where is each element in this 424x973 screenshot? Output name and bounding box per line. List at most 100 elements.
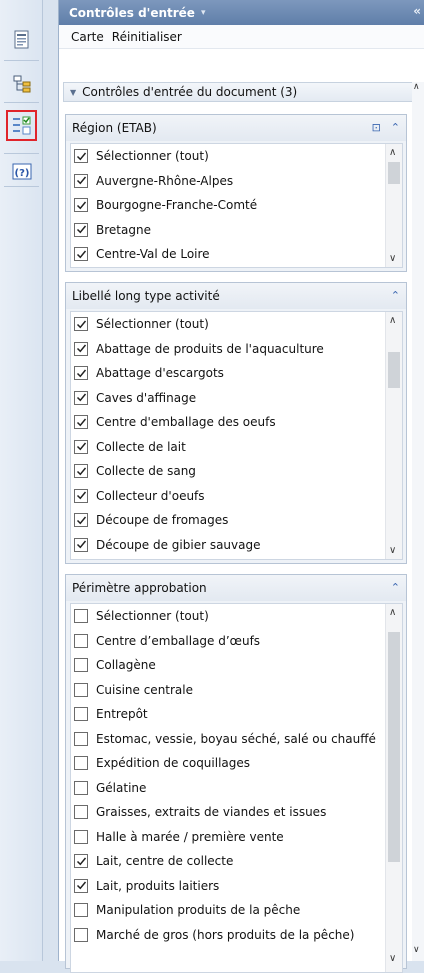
list-item[interactable]: Centre-Val de Loire [71,242,402,267]
checkbox-checked[interactable] [74,317,88,332]
filter-icon[interactable]: ⊡ [372,121,381,134]
list-item-label: Graisses, extraits de viandes et issues [96,805,327,820]
navigation-map-icon[interactable] [8,70,35,97]
help-icon[interactable]: (?) [8,158,35,185]
list-item[interactable]: Lait, centre de collecte [71,849,402,874]
control-title: Région (ETAB) [72,121,157,135]
scroll-up-icon[interactable]: ∧ [413,82,420,92]
list-item[interactable]: Découpe de fromages [71,508,402,533]
control-list: Sélectionner (tout) Centre d’emballage d’… [70,603,403,973]
input-controls-icon[interactable] [6,110,37,141]
checkbox-checked[interactable] [74,439,88,454]
list-item[interactable]: Sélectionner (tout) [71,604,402,629]
collapse-control-icon[interactable]: ⌃ [391,289,400,302]
checkbox-unchecked[interactable] [74,682,88,697]
checkbox-unchecked[interactable] [74,633,88,648]
scroll-down-icon[interactable]: ∨ [389,953,396,964]
svg-text:(?): (?) [14,168,29,179]
list-item[interactable]: Auvergne-Rhône-Alpes [71,169,402,194]
checkbox-checked[interactable] [74,537,88,552]
list-item[interactable]: Collagène [71,653,402,678]
list-item[interactable]: Collecte de lait [71,435,402,460]
list-item[interactable]: Expédition de coquillages [71,751,402,776]
list-item[interactable]: Estomac, vessie, boyau séché, salé ou ch… [71,727,402,752]
checkbox-unchecked[interactable] [74,805,88,820]
panel-title-dropdown-icon[interactable]: ▾ [201,8,206,18]
checkbox-checked[interactable] [74,198,88,213]
panel-title[interactable]: Contrôles d'entrée [69,6,195,20]
scroll-thumb[interactable] [388,162,400,184]
list-item-label: Manipulation produits de la pêche [96,903,301,918]
checkbox-checked[interactable] [74,222,88,237]
checkbox-unchecked[interactable] [74,658,88,673]
list-item[interactable]: Bretagne [71,218,402,243]
checkbox-unchecked[interactable] [74,780,88,795]
list-item[interactable]: Collecte de sang [71,459,402,484]
list-item[interactable]: Halle à marée / première vente [71,825,402,850]
list-item-label: Gélatine [96,780,147,795]
checkbox-checked[interactable] [74,488,88,503]
control-title-bar: Région (ETAB) ⊡ ⌃ [66,115,406,141]
checkbox-checked[interactable] [74,149,88,164]
checkbox-checked[interactable] [74,341,88,356]
checkbox-unchecked[interactable] [74,829,88,844]
list-item[interactable]: Caves d'affinage [71,386,402,411]
scroll-down-icon[interactable]: ∨ [389,545,396,556]
list-item[interactable]: Marché de gros (hors produits de la pêch… [71,923,402,948]
list-item[interactable]: Découpe de gibier sauvage [71,533,402,558]
toolbar-separator [4,60,39,61]
checkbox-checked[interactable] [74,513,88,528]
document-structure-icon[interactable] [8,26,35,53]
scroll-down-icon[interactable]: ∨ [389,253,396,264]
checkbox-unchecked[interactable] [74,707,88,722]
list-item[interactable]: Abattage d'escargots [71,361,402,386]
checkbox-checked[interactable] [74,878,88,893]
list-item[interactable]: Gélatine [71,776,402,801]
checkbox-checked[interactable] [74,247,88,262]
checkbox-checked[interactable] [74,415,88,430]
checkbox-unchecked[interactable] [74,609,88,624]
list-item[interactable]: Collecteur d'oeufs [71,484,402,509]
input-controls-panel: Contrôles d'entrée ▾ « Carte Réinitialis… [58,0,424,973]
list-item[interactable]: Graisses, extraits de viandes et issues [71,800,402,825]
list-item[interactable]: Manipulation produits de la pêche [71,898,402,923]
checkbox-unchecked[interactable] [74,903,88,918]
checkbox-checked[interactable] [74,854,88,869]
collapse-control-icon[interactable]: ⌃ [391,121,400,134]
toolbar-separator [4,102,39,103]
list-item[interactable]: Abattage de produits de l'aquaculture [71,337,402,362]
checkbox-unchecked[interactable] [74,731,88,746]
reset-menu-button[interactable]: Réinitialiser [112,30,182,44]
checkbox-checked[interactable] [74,464,88,479]
scroll-thumb[interactable] [388,632,400,862]
list-scrollbar[interactable]: ∧ ∨ [385,312,402,559]
list-scrollbar[interactable]: ∧ ∨ [385,604,402,972]
collapse-panel-icon[interactable]: « [413,4,421,18]
list-item[interactable]: Centre d’emballage d’œufs [71,629,402,654]
scroll-up-icon[interactable]: ∧ [389,315,396,326]
list-item[interactable]: Lait, produits laitiers [71,874,402,899]
scroll-up-icon[interactable]: ∧ [389,147,396,158]
list-item[interactable]: Sélectionner (tout) [71,312,402,337]
checkbox-unchecked[interactable] [74,756,88,771]
list-item[interactable]: Centre d'emballage des oeufs [71,410,402,435]
document-controls-header[interactable]: ▼ Contrôles d'entrée du document (3) [63,82,413,102]
list-item-label: Marché de gros (hors produits de la pêch… [96,927,355,942]
collapse-control-icon[interactable]: ⌃ [391,581,400,594]
list-scrollbar[interactable]: ∧ ∨ [385,144,402,267]
checkbox-checked[interactable] [74,366,88,381]
checkbox-checked[interactable] [74,173,88,188]
checkbox-unchecked[interactable] [74,927,88,942]
map-menu-button[interactable]: Carte [71,30,104,44]
list-item[interactable]: Entrepôt [71,702,402,727]
scroll-down-icon[interactable]: ∨ [413,945,420,955]
list-item-label: Lait, centre de collecte [96,854,234,869]
checkbox-checked[interactable] [74,390,88,405]
scroll-up-icon[interactable]: ∧ [389,607,396,618]
scroll-thumb[interactable] [388,352,400,388]
list-item[interactable]: Sélectionner (tout) [71,144,402,169]
control-approval-scope: Périmètre approbation ⌃ Sélectionner (to… [65,574,407,973]
list-item[interactable]: Cuisine centrale [71,678,402,703]
panel-scrollbar[interactable]: ∧ ∨ [412,82,424,961]
list-item[interactable]: Bourgogne-Franche-Comté [71,193,402,218]
